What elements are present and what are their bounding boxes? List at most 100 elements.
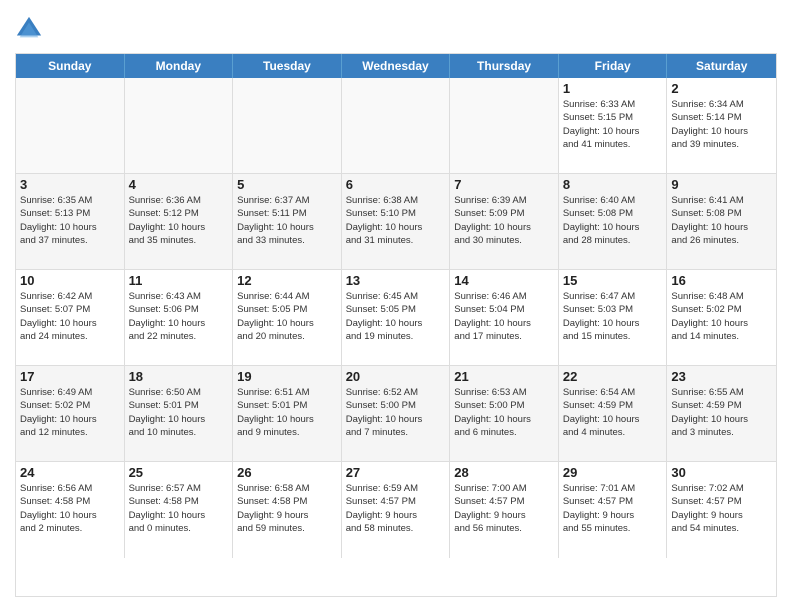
day-number: 11: [129, 273, 229, 288]
day-info: Sunrise: 6:36 AMSunset: 5:12 PMDaylight:…: [129, 194, 229, 247]
calendar-week-1: 1 Sunrise: 6:33 AMSunset: 5:15 PMDaylight…: [16, 78, 776, 174]
day-info: Sunrise: 7:01 AMSunset: 4:57 PMDaylight:…: [563, 482, 663, 535]
calendar-cell: [342, 78, 451, 173]
day-number: 2: [671, 81, 772, 96]
day-number: 30: [671, 465, 772, 480]
calendar-cell: 2 Sunrise: 6:34 AMSunset: 5:14 PMDaylight…: [667, 78, 776, 173]
calendar-page: SundayMondayTuesdayWednesdayThursdayFrid…: [0, 0, 792, 612]
day-info: Sunrise: 6:44 AMSunset: 5:05 PMDaylight:…: [237, 290, 337, 343]
calendar-cell: 7Sunrise: 6:39 AMSunset: 5:09 PMDaylight…: [450, 174, 559, 269]
day-info: Sunrise: 7:00 AMSunset: 4:57 PMDaylight:…: [454, 482, 554, 535]
calendar-cell: 28 Sunrise: 7:00 AMSunset: 4:57 PMDayligh…: [450, 462, 559, 558]
day-info: Sunrise: 6:57 AMSunset: 4:58 PMDaylight:…: [129, 482, 229, 535]
day-number: 1: [563, 81, 663, 96]
day-number: 12: [237, 273, 337, 288]
calendar-cell: 25Sunrise: 6:57 AMSunset: 4:58 PMDayligh…: [125, 462, 234, 558]
day-info: Sunrise: 6:48 AMSunset: 5:02 PMDaylight:…: [671, 290, 772, 343]
calendar-cell: 23 Sunrise: 6:55 AMSunset: 4:59 PMDayligh…: [667, 366, 776, 461]
calendar-week-4: 17 Sunrise: 6:49 AMSunset: 5:02 PMDayligh…: [16, 366, 776, 462]
day-number: 13: [346, 273, 446, 288]
day-number: 7: [454, 177, 554, 192]
day-number: 28: [454, 465, 554, 480]
day-number: 29: [563, 465, 663, 480]
calendar-cell: 19 Sunrise: 6:51 AMSunset: 5:01 PMDayligh…: [233, 366, 342, 461]
calendar-cell: 9 Sunrise: 6:41 AMSunset: 5:08 PMDaylight…: [667, 174, 776, 269]
calendar-week-5: 24Sunrise: 6:56 AMSunset: 4:58 PMDayligh…: [16, 462, 776, 558]
day-number: 9: [671, 177, 772, 192]
calendar-cell: 15Sunrise: 6:47 AMSunset: 5:03 PMDayligh…: [559, 270, 668, 365]
day-info: Sunrise: 6:40 AMSunset: 5:08 PMDaylight:…: [563, 194, 663, 247]
day-info: Sunrise: 6:59 AMSunset: 4:57 PMDaylight:…: [346, 482, 446, 535]
day-number: 10: [20, 273, 120, 288]
calendar-cell: 27 Sunrise: 6:59 AMSunset: 4:57 PMDayligh…: [342, 462, 451, 558]
day-info: Sunrise: 6:53 AMSunset: 5:00 PMDaylight:…: [454, 386, 554, 439]
calendar-cell: 5 Sunrise: 6:37 AMSunset: 5:11 PMDaylight…: [233, 174, 342, 269]
day-info: Sunrise: 6:42 AMSunset: 5:07 PMDaylight:…: [20, 290, 120, 343]
calendar-cell: 11Sunrise: 6:43 AMSunset: 5:06 PMDayligh…: [125, 270, 234, 365]
day-number: 4: [129, 177, 229, 192]
day-info: Sunrise: 6:35 AMSunset: 5:13 PMDaylight:…: [20, 194, 120, 247]
calendar-cell: 16 Sunrise: 6:48 AMSunset: 5:02 PMDayligh…: [667, 270, 776, 365]
day-header-saturday: Saturday: [667, 54, 776, 78]
day-info: Sunrise: 6:34 AMSunset: 5:14 PMDaylight:…: [671, 98, 772, 151]
day-info: Sunrise: 6:51 AMSunset: 5:01 PMDaylight:…: [237, 386, 337, 439]
day-number: 6: [346, 177, 446, 192]
day-number: 26: [237, 465, 337, 480]
day-header-monday: Monday: [125, 54, 234, 78]
day-number: 3: [20, 177, 120, 192]
day-header-friday: Friday: [559, 54, 668, 78]
calendar-cell: 4 Sunrise: 6:36 AMSunset: 5:12 PMDaylight…: [125, 174, 234, 269]
day-number: 18: [129, 369, 229, 384]
day-number: 8: [563, 177, 663, 192]
day-number: 19: [237, 369, 337, 384]
calendar-cell: 18 Sunrise: 6:50 AMSunset: 5:01 PMDayligh…: [125, 366, 234, 461]
day-info: Sunrise: 6:38 AMSunset: 5:10 PMDaylight:…: [346, 194, 446, 247]
day-number: 21: [454, 369, 554, 384]
day-number: 27: [346, 465, 446, 480]
day-number: 23: [671, 369, 772, 384]
logo-icon: [15, 15, 43, 43]
calendar-cell: 20Sunrise: 6:52 AMSunset: 5:00 PMDayligh…: [342, 366, 451, 461]
calendar: SundayMondayTuesdayWednesdayThursdayFrid…: [15, 53, 777, 597]
day-info: Sunrise: 6:49 AMSunset: 5:02 PMDaylight:…: [20, 386, 120, 439]
day-number: 5: [237, 177, 337, 192]
day-header-tuesday: Tuesday: [233, 54, 342, 78]
day-info: Sunrise: 6:50 AMSunset: 5:01 PMDaylight:…: [129, 386, 229, 439]
calendar-cell: 22 Sunrise: 6:54 AMSunset: 4:59 PMDayligh…: [559, 366, 668, 461]
day-number: 16: [671, 273, 772, 288]
calendar-cell: 30 Sunrise: 7:02 AMSunset: 4:57 PMDayligh…: [667, 462, 776, 558]
calendar-cell: 17 Sunrise: 6:49 AMSunset: 5:02 PMDayligh…: [16, 366, 125, 461]
day-header-sunday: Sunday: [16, 54, 125, 78]
calendar-cell: 21 Sunrise: 6:53 AMSunset: 5:00 PMDayligh…: [450, 366, 559, 461]
day-info: Sunrise: 6:58 AMSunset: 4:58 PMDaylight:…: [237, 482, 337, 535]
calendar-cell: 1 Sunrise: 6:33 AMSunset: 5:15 PMDaylight…: [559, 78, 668, 173]
calendar-cell: [450, 78, 559, 173]
day-header-thursday: Thursday: [450, 54, 559, 78]
calendar-cell: 24Sunrise: 6:56 AMSunset: 4:58 PMDayligh…: [16, 462, 125, 558]
day-header-wednesday: Wednesday: [342, 54, 451, 78]
calendar-cell: 10 Sunrise: 6:42 AMSunset: 5:07 PMDayligh…: [16, 270, 125, 365]
day-info: Sunrise: 7:02 AMSunset: 4:57 PMDaylight:…: [671, 482, 772, 535]
calendar-cell: [233, 78, 342, 173]
calendar-week-2: 3 Sunrise: 6:35 AMSunset: 5:13 PMDaylight…: [16, 174, 776, 270]
calendar-body: 1 Sunrise: 6:33 AMSunset: 5:15 PMDaylight…: [16, 78, 776, 558]
day-info: Sunrise: 6:33 AMSunset: 5:15 PMDaylight:…: [563, 98, 663, 151]
day-number: 20: [346, 369, 446, 384]
calendar-cell: [125, 78, 234, 173]
day-number: 22: [563, 369, 663, 384]
day-info: Sunrise: 6:41 AMSunset: 5:08 PMDaylight:…: [671, 194, 772, 247]
day-info: Sunrise: 6:45 AMSunset: 5:05 PMDaylight:…: [346, 290, 446, 343]
calendar-cell: 12 Sunrise: 6:44 AMSunset: 5:05 PMDayligh…: [233, 270, 342, 365]
day-number: 17: [20, 369, 120, 384]
day-info: Sunrise: 6:55 AMSunset: 4:59 PMDaylight:…: [671, 386, 772, 439]
day-number: 14: [454, 273, 554, 288]
calendar-cell: 3 Sunrise: 6:35 AMSunset: 5:13 PMDaylight…: [16, 174, 125, 269]
day-info: Sunrise: 6:56 AMSunset: 4:58 PMDaylight:…: [20, 482, 120, 535]
calendar-cell: 8 Sunrise: 6:40 AMSunset: 5:08 PMDaylight…: [559, 174, 668, 269]
day-info: Sunrise: 6:54 AMSunset: 4:59 PMDaylight:…: [563, 386, 663, 439]
calendar-header: SundayMondayTuesdayWednesdayThursdayFrid…: [16, 54, 776, 78]
calendar-cell: 6 Sunrise: 6:38 AMSunset: 5:10 PMDaylight…: [342, 174, 451, 269]
calendar-cell: 26 Sunrise: 6:58 AMSunset: 4:58 PMDayligh…: [233, 462, 342, 558]
calendar-cell: [16, 78, 125, 173]
day-info: Sunrise: 6:37 AMSunset: 5:11 PMDaylight:…: [237, 194, 337, 247]
